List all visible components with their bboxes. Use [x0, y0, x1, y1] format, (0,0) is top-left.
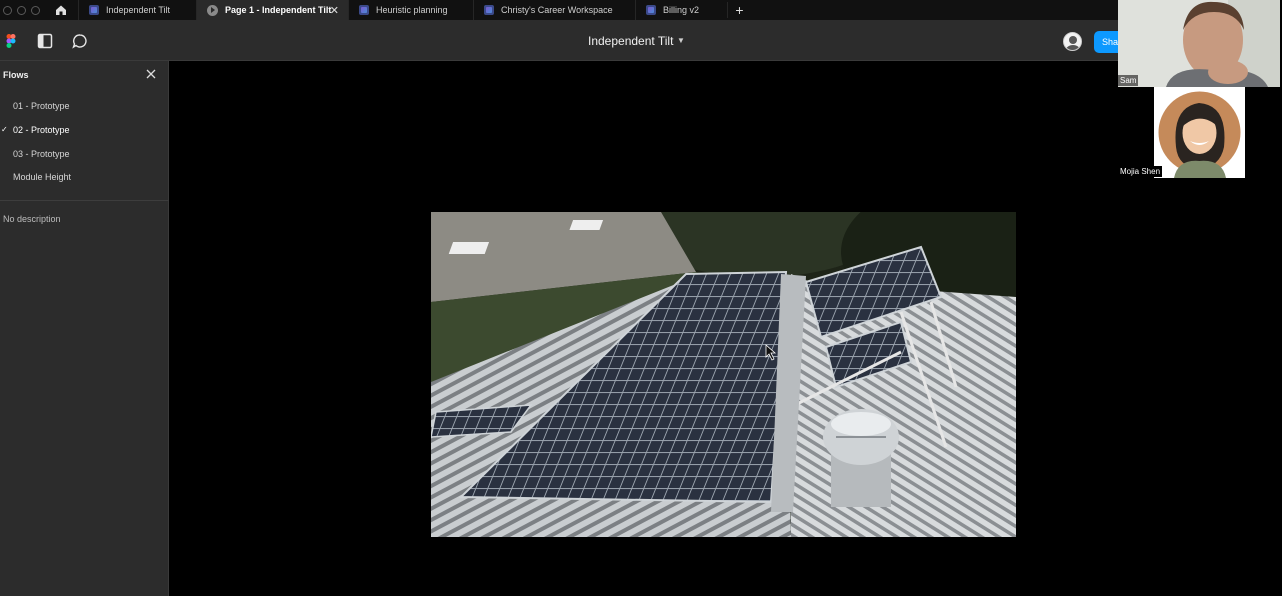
- document-title[interactable]: Independent Tilt: [588, 34, 673, 48]
- figma-logo-icon[interactable]: [3, 33, 19, 49]
- sidebar-toggle-icon[interactable]: [37, 33, 53, 49]
- flow-item-module-height[interactable]: Module Height: [13, 172, 71, 182]
- play-icon: [207, 4, 218, 16]
- figma-file-icon: [484, 5, 494, 15]
- participant-name: Sam: [1118, 75, 1139, 86]
- new-tab-button[interactable]: +: [727, 2, 751, 18]
- maximize-window-button[interactable]: [31, 5, 40, 15]
- flow-item-02-prototype[interactable]: 02 - Prototype: [13, 125, 70, 135]
- prototype-toolbar: Independent Tilt ▼ Share: [0, 20, 1282, 61]
- solar-panel-roof-photo[interactable]: [431, 212, 1016, 537]
- minimize-window-button[interactable]: [17, 5, 26, 15]
- participant-video-sam[interactable]: Sam: [1118, 0, 1280, 87]
- flow-item-03-prototype[interactable]: 03 - Prototype: [13, 149, 70, 159]
- tab-billing-v2[interactable]: Billing v2: [635, 0, 727, 20]
- tab-label: Billing v2: [663, 5, 700, 15]
- participant-photo: [1118, 0, 1280, 87]
- roof-photo-illustration: [431, 212, 1016, 537]
- comment-icon[interactable]: [72, 33, 88, 49]
- flows-panel: Flows 01 - Prototype ✓ 02 - Prototype 03…: [0, 61, 169, 596]
- figma-file-icon: [646, 5, 656, 15]
- tab-label: Heuristic planning: [376, 5, 448, 15]
- close-icon[interactable]: [145, 68, 157, 80]
- home-icon: [56, 5, 66, 15]
- tab-independent-tilt[interactable]: Independent Tilt: [78, 0, 196, 20]
- avatar: [1154, 87, 1245, 178]
- tab-label: Independent Tilt: [106, 5, 171, 15]
- window-controls: [0, 5, 44, 15]
- check-icon: ✓: [1, 125, 8, 134]
- tab-heuristic-planning[interactable]: Heuristic planning: [348, 0, 473, 20]
- flow-item-01-prototype[interactable]: 01 - Prototype: [13, 101, 70, 111]
- participant-video-mojia-shen[interactable]: [1154, 87, 1245, 178]
- browser-tab-bar: Independent Tilt Page 1 - Independent Ti…: [0, 0, 1282, 20]
- figma-file-icon: [89, 5, 99, 15]
- divider: [0, 200, 169, 201]
- close-window-button[interactable]: [3, 5, 12, 15]
- close-tab-button[interactable]: ✕: [330, 4, 339, 17]
- participant-name: Mojia Shen: [1118, 166, 1163, 177]
- video-call-panel: Sam Mojia Shen: [1118, 0, 1282, 178]
- tab-label: Christy's Career Workspace: [501, 5, 613, 15]
- avatar[interactable]: [1063, 32, 1082, 51]
- chevron-down-icon[interactable]: ▼: [677, 36, 685, 45]
- tab-christys-career-workspace[interactable]: Christy's Career Workspace: [473, 0, 635, 20]
- tab-page-1-independent-tilt[interactable]: Page 1 - Independent Tilt ✕: [196, 0, 348, 20]
- tab-label: Page 1 - Independent Tilt: [225, 5, 332, 15]
- home-button[interactable]: [44, 0, 78, 20]
- flows-heading: Flows: [3, 70, 29, 80]
- flow-description: No description: [3, 214, 61, 224]
- figma-file-icon: [359, 5, 369, 15]
